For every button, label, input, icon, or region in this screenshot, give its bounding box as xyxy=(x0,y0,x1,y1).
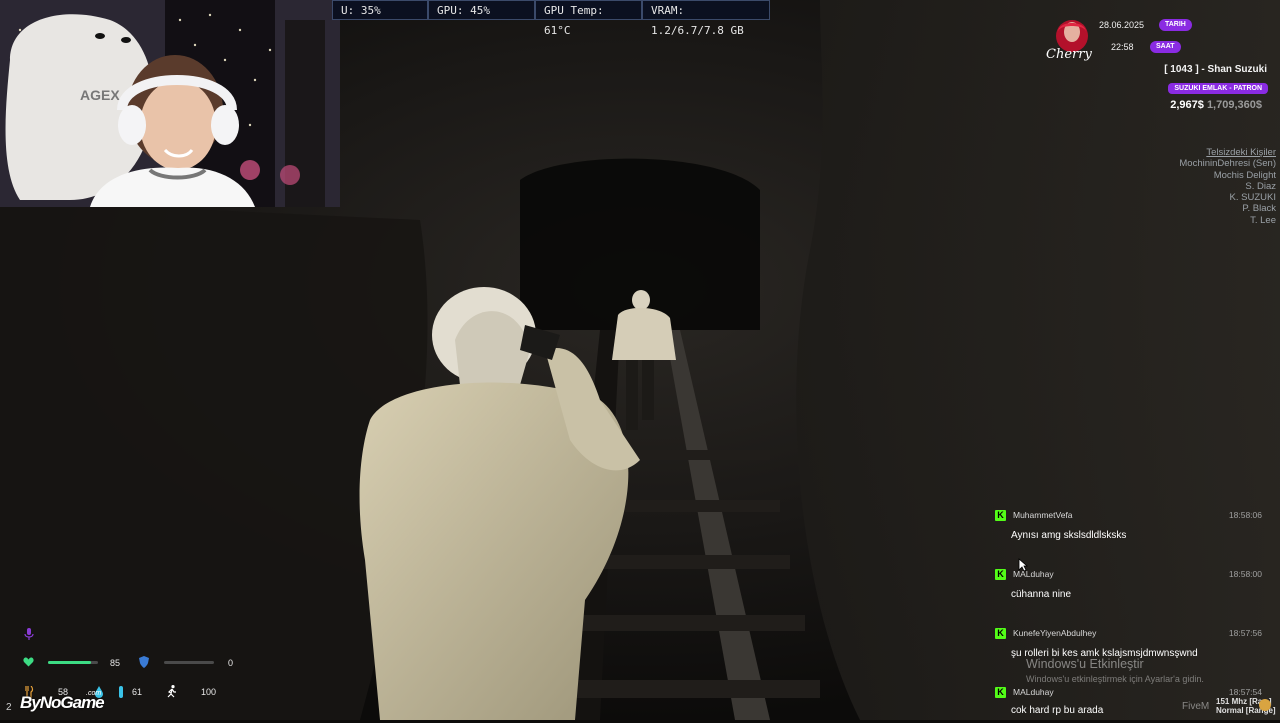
radio-member: MochininDehresi (Sen) xyxy=(1179,158,1276,170)
chat-username: MALduhay xyxy=(1013,687,1054,697)
kick-platform-icon: K xyxy=(995,569,1006,580)
chat-timestamp: 18:58:00 xyxy=(1228,569,1262,579)
gpu-temp: GPU Temp: 61°C xyxy=(535,0,642,37)
cash-amount: 2,967$ xyxy=(1170,99,1204,111)
chat-text: cühanna nine xyxy=(1011,589,1072,600)
chat-message: K MALduhay 18:58:00 cühanna nine xyxy=(990,565,1270,624)
windows-activation-title: Windows'u Etkinleştir xyxy=(1026,657,1144,671)
bynogame-logo-suffix: .com xyxy=(86,690,102,697)
date-value: 28.06.2025 xyxy=(1099,20,1145,30)
vram-usage: VRAM: 1.2/6.7/7.8 GB xyxy=(642,0,770,37)
stream-chat: K MuhammetVefa 18:58:06 Aynısı amg sksls… xyxy=(990,506,1270,723)
mouse-cursor-icon xyxy=(1018,558,1028,572)
kick-platform-icon: K xyxy=(995,510,1006,521)
job-badge: SUZUKI EMLAK - PATRON xyxy=(1168,83,1268,94)
radio-member: K. SUZUKI xyxy=(1229,192,1276,204)
chat-text: Aynısı amg skslsdldlsksks xyxy=(1011,530,1127,541)
chat-text: cok hard rp bu arada xyxy=(1011,705,1104,716)
server-logo-text: Cherry xyxy=(1046,47,1092,62)
bank-amount: 1,709,360$ xyxy=(1206,99,1262,111)
radio-member: T. Lee xyxy=(1250,214,1276,226)
armor-value: 0 xyxy=(228,658,234,668)
radio-member: P. Black xyxy=(1242,203,1276,215)
heart-icon xyxy=(23,657,34,667)
radio-member-list: Telsizdeki Kişiler MochininDehresi (Sen)… xyxy=(1179,147,1276,226)
chat-timestamp: 18:57:54 xyxy=(1228,687,1262,697)
svg-text:AGEX: AGEX xyxy=(80,87,120,103)
radio-member: Mochis Delight xyxy=(1213,169,1276,181)
thirst-value: 61 xyxy=(132,687,143,697)
performance-overlay: U: 35% GPU: 45% GPU Temp: 61°C VRAM: 1.2… xyxy=(332,0,770,37)
kick-platform-icon: K xyxy=(995,687,1006,698)
gpu-usage: GPU: 45% xyxy=(428,0,535,20)
microphone-icon xyxy=(24,628,34,640)
fivem-watermark: FiveM xyxy=(1182,701,1210,712)
armor-bar xyxy=(164,661,214,664)
windows-activation-subtitle: Windows'u etkinleştirmek için Ayarlar'a … xyxy=(1026,674,1204,684)
money-display: 2,967$ 1,709,360$ xyxy=(1170,99,1262,111)
chat-timestamp: 18:58:06 xyxy=(1228,510,1262,520)
webcam-overlay: AGEX xyxy=(0,0,340,207)
date-label-badge: TARIH xyxy=(1159,19,1192,31)
time-label-badge: SAAT xyxy=(1150,41,1181,53)
cpu-usage: U: 35% xyxy=(332,0,428,20)
health-bar xyxy=(48,661,98,664)
thirst-level-icon xyxy=(119,686,123,698)
radio-list-header: Telsizdeki Kişiler xyxy=(1206,147,1276,158)
streamer-webcam: AGEX xyxy=(0,0,340,207)
kick-platform-icon: K xyxy=(995,628,1006,639)
time-value: 22:58 xyxy=(1111,42,1134,52)
server-logo: Cherry xyxy=(1044,14,1100,66)
player-id-name: [ 1043 ] - Shan Suzuki xyxy=(1164,64,1267,75)
stamina-value: 100 xyxy=(201,687,217,697)
chat-username: MuhammetVefa xyxy=(1013,510,1073,520)
tray-icon xyxy=(1259,699,1271,711)
stamina-running-icon xyxy=(167,685,176,698)
armor-shield-icon xyxy=(139,656,149,668)
health-value: 85 xyxy=(110,658,121,668)
health-bar-fill xyxy=(48,661,91,664)
radio-member: S. Diaz xyxy=(1245,180,1276,192)
chat-message: K MuhammetVefa 18:58:06 Aynısı amg sksls… xyxy=(990,506,1270,565)
bottom-left-counter: 2 xyxy=(6,702,12,713)
chat-timestamp: 18:57:56 xyxy=(1228,628,1262,638)
chat-username: KunefeYiyenAbdulhey xyxy=(1013,628,1097,638)
